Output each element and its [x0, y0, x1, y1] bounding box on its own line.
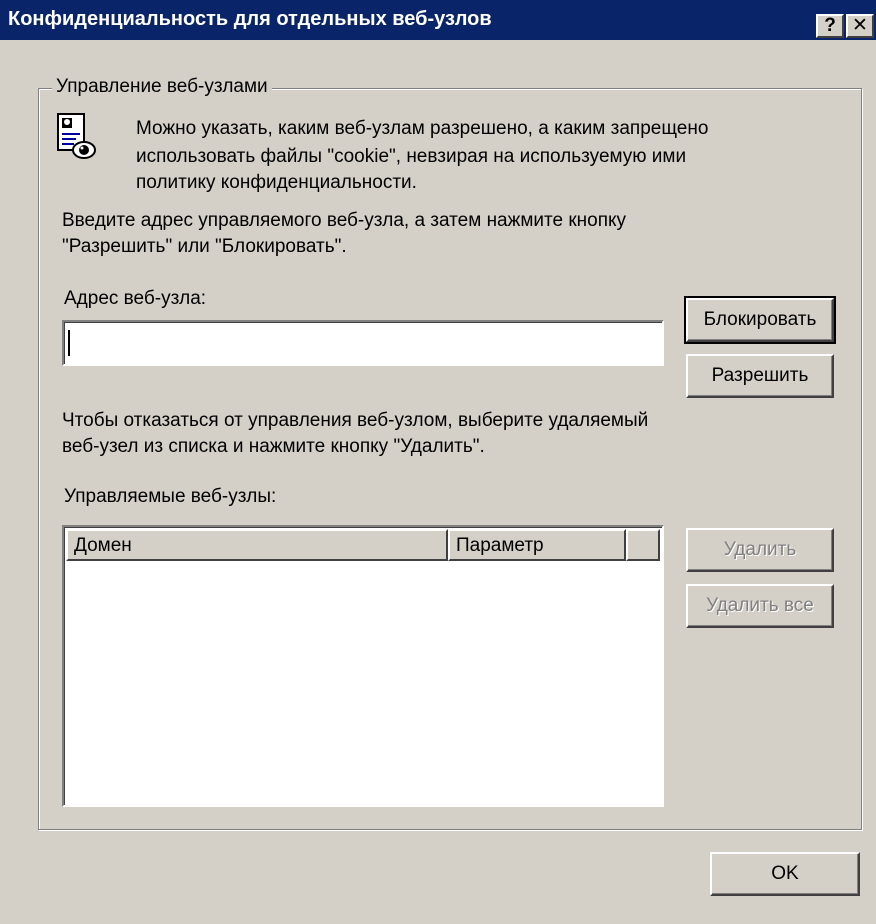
- help-icon: ?: [824, 15, 836, 36]
- remove-button[interactable]: Удалить: [686, 528, 834, 572]
- remove-all-button-label: Удалить все: [706, 595, 814, 616]
- ok-button[interactable]: OK: [710, 852, 860, 896]
- group-label: Управление веб-узлами: [52, 76, 272, 98]
- column-header-filler: [626, 529, 660, 561]
- privacy-report-icon: [57, 113, 96, 159]
- instruction-text-line-1: Введите адрес управляемого веб-узла, а з…: [62, 210, 627, 231]
- window-title: Конфиденциальность для отдельных веб-узл…: [8, 8, 492, 30]
- block-button[interactable]: Блокировать: [684, 296, 836, 344]
- help-button[interactable]: ?: [816, 14, 844, 38]
- column-header-setting[interactable]: Параметр: [448, 529, 626, 561]
- instruction-text-line-2: "Разрешить" или "Блокировать".: [62, 236, 347, 257]
- block-button-label: Блокировать: [703, 309, 817, 330]
- remove-all-button[interactable]: Удалить все: [686, 584, 834, 628]
- intro-text-line-1: Можно указать, каким веб-узлам разрешено…: [136, 118, 709, 139]
- address-input[interactable]: [62, 320, 664, 366]
- managed-sites-list[interactable]: Домен Параметр: [62, 525, 664, 807]
- address-label: Адрес веб-узла:: [64, 288, 207, 309]
- remove-info-line-2: веб-узел из списка и нажмите кнопку "Уда…: [62, 436, 485, 457]
- ok-button-label: OK: [771, 863, 799, 884]
- column-header-domain-label: Домен: [74, 535, 132, 556]
- remove-info-line-1: Чтобы отказаться от управления веб-узлом…: [62, 410, 649, 431]
- intro-text-line-2: использовать файлы "cookie", невзирая на…: [136, 146, 687, 167]
- column-header-setting-label: Параметр: [456, 535, 544, 556]
- intro-text-line-3: политику конфиденциальности.: [136, 172, 417, 193]
- allow-button-label: Разрешить: [711, 365, 809, 386]
- column-header-domain[interactable]: Домен: [66, 529, 448, 561]
- close-icon: ✕: [852, 15, 868, 36]
- close-button[interactable]: ✕: [846, 14, 874, 38]
- title-bar: Конфиденциальность для отдельных веб-узл…: [0, 0, 876, 40]
- managed-sites-label: Управляемые веб-узлы:: [64, 486, 277, 507]
- allow-button[interactable]: Разрешить: [686, 354, 834, 398]
- text-caret: [68, 330, 70, 356]
- remove-button-label: Удалить: [723, 539, 797, 560]
